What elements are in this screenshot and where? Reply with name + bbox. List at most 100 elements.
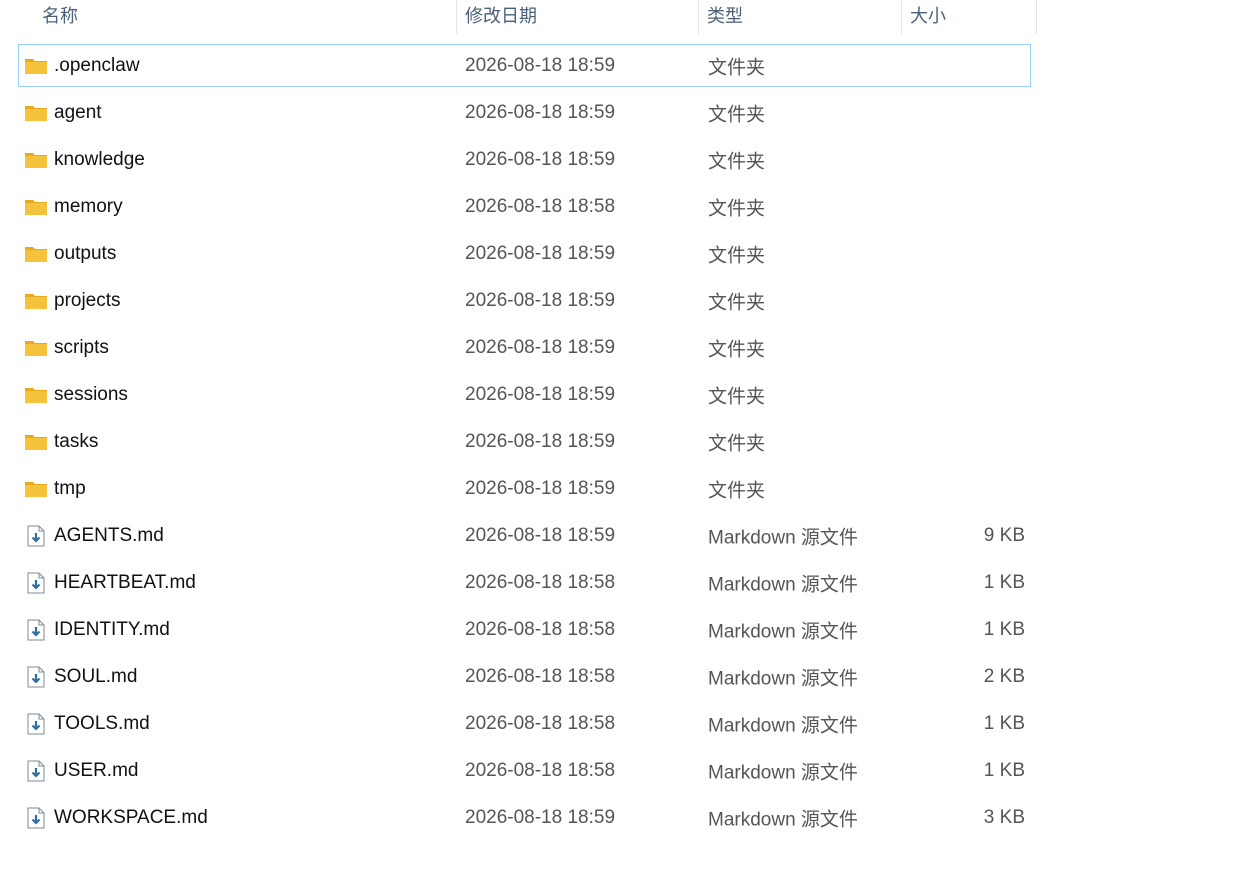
folder-icon <box>24 289 48 313</box>
folder-icon <box>24 430 48 454</box>
file-type: Markdown 源文件 <box>708 762 858 783</box>
file-name: sessions <box>54 383 128 405</box>
column-header: 名称 ^ 修改日期 类型 大小 <box>0 0 1037 34</box>
file-row[interactable]: WORKSPACE.md 2026-08-18 18:59 Markdown 源文件… <box>18 794 1031 841</box>
column-header-date-label: 修改日期 <box>465 6 537 26</box>
file-type: Markdown 源文件 <box>708 527 858 548</box>
folder-icon <box>24 148 48 172</box>
file-name: memory <box>54 195 123 217</box>
file-row[interactable]: .openclaw 2026-08-18 18:59 文件夹 <box>18 44 1031 87</box>
file-type: Markdown 源文件 <box>708 715 858 736</box>
file-type: Markdown 源文件 <box>708 809 858 830</box>
folder-icon <box>24 383 48 407</box>
file-name: WORKSPACE.md <box>54 806 208 828</box>
file-type: Markdown 源文件 <box>708 574 858 595</box>
markdown-file-icon <box>24 712 48 736</box>
column-header-date[interactable]: 修改日期 <box>456 0 698 34</box>
file-modified-date: 2026-08-18 18:59 <box>465 148 616 170</box>
file-row[interactable]: HEARTBEAT.md 2026-08-18 18:58 Markdown 源文件… <box>18 559 1031 606</box>
file-type: 文件夹 <box>708 104 766 125</box>
file-type: 文件夹 <box>708 339 766 360</box>
file-row[interactable]: agent 2026-08-18 18:59 文件夹 <box>18 89 1031 136</box>
file-type: 文件夹 <box>708 151 766 172</box>
folder-icon <box>24 336 48 360</box>
file-explorer: 名称 ^ 修改日期 类型 大小 .openclaw 2026-08-18 18:5… <box>0 0 1260 878</box>
file-size: 1 KB <box>983 618 1025 640</box>
markdown-file-icon <box>24 571 48 595</box>
file-size: 2 KB <box>983 665 1025 687</box>
file-row[interactable]: IDENTITY.md 2026-08-18 18:58 Markdown 源文件 1… <box>18 606 1031 653</box>
column-header-name-label: 名称 <box>42 6 78 26</box>
column-header-size[interactable]: 大小 <box>901 0 1037 34</box>
file-type: Markdown 源文件 <box>708 621 858 642</box>
file-modified-date: 2026-08-18 18:59 <box>465 477 616 499</box>
column-header-size-label: 大小 <box>910 6 946 26</box>
file-name: knowledge <box>54 148 145 170</box>
file-row[interactable]: sessions 2026-08-18 18:59 文件夹 <box>18 371 1031 418</box>
file-row[interactable]: scripts 2026-08-18 18:59 文件夹 <box>18 324 1031 371</box>
file-modified-date: 2026-08-18 18:59 <box>465 383 616 405</box>
file-row[interactable]: tmp 2026-08-18 18:59 文件夹 <box>18 465 1031 512</box>
file-row[interactable]: memory 2026-08-18 18:58 文件夹 <box>18 183 1031 230</box>
file-row[interactable]: knowledge 2026-08-18 18:59 文件夹 <box>18 136 1031 183</box>
file-type: Markdown 源文件 <box>708 668 858 689</box>
file-modified-date: 2026-08-18 18:59 <box>465 336 616 358</box>
file-row[interactable]: tasks 2026-08-18 18:59 文件夹 <box>18 418 1031 465</box>
folder-icon <box>24 101 48 125</box>
markdown-file-icon <box>24 665 48 689</box>
file-modified-date: 2026-08-18 18:59 <box>465 101 616 123</box>
markdown-file-icon <box>24 618 48 642</box>
file-modified-date: 2026-08-18 18:59 <box>465 806 616 828</box>
markdown-file-icon <box>24 524 48 548</box>
file-name: outputs <box>54 242 117 264</box>
file-size: 3 KB <box>983 806 1025 828</box>
file-name: scripts <box>54 336 109 358</box>
file-name: TOOLS.md <box>54 712 150 734</box>
file-row[interactable]: projects 2026-08-18 18:59 文件夹 <box>18 277 1031 324</box>
file-modified-date: 2026-08-18 18:59 <box>465 242 616 264</box>
file-list: .openclaw 2026-08-18 18:59 文件夹 agent 2026-08… <box>18 42 1031 841</box>
file-type: 文件夹 <box>708 480 766 501</box>
file-row[interactable]: TOOLS.md 2026-08-18 18:58 Markdown 源文件 1 KB <box>18 700 1031 747</box>
sort-caret-icon: ^ <box>236 0 241 5</box>
folder-icon <box>24 195 48 219</box>
file-type: 文件夹 <box>708 198 766 219</box>
file-modified-date: 2026-08-18 18:58 <box>465 759 616 781</box>
file-name: projects <box>54 289 121 311</box>
file-row[interactable]: outputs 2026-08-18 18:59 文件夹 <box>18 230 1031 277</box>
file-size: 1 KB <box>983 712 1025 734</box>
file-size: 9 KB <box>983 524 1025 546</box>
folder-icon <box>24 54 48 78</box>
file-modified-date: 2026-08-18 18:59 <box>465 289 616 311</box>
file-type: 文件夹 <box>708 433 766 454</box>
file-name: USER.md <box>54 759 139 781</box>
markdown-file-icon <box>24 806 48 830</box>
file-size: 1 KB <box>983 759 1025 781</box>
file-modified-date: 2026-08-18 18:58 <box>465 618 616 640</box>
folder-icon <box>24 477 48 501</box>
file-type: 文件夹 <box>708 292 766 313</box>
file-row[interactable]: SOUL.md 2026-08-18 18:58 Markdown 源文件 2 KB <box>18 653 1031 700</box>
file-name: tasks <box>54 430 99 452</box>
file-modified-date: 2026-08-18 18:58 <box>465 571 616 593</box>
file-type: 文件夹 <box>708 57 766 78</box>
file-name: tmp <box>54 477 86 499</box>
file-modified-date: 2026-08-18 18:59 <box>465 524 616 546</box>
file-modified-date: 2026-08-18 18:59 <box>465 54 616 76</box>
file-modified-date: 2026-08-18 18:59 <box>465 430 616 452</box>
column-header-type[interactable]: 类型 <box>698 0 901 34</box>
file-name: agent <box>54 101 102 123</box>
file-name: .openclaw <box>54 54 140 76</box>
column-header-type-label: 类型 <box>707 6 743 26</box>
file-name: IDENTITY.md <box>54 618 170 640</box>
file-row[interactable]: USER.md 2026-08-18 18:58 Markdown 源文件 1 KB <box>18 747 1031 794</box>
folder-icon <box>24 242 48 266</box>
file-modified-date: 2026-08-18 18:58 <box>465 712 616 734</box>
file-modified-date: 2026-08-18 18:58 <box>465 195 616 217</box>
file-modified-date: 2026-08-18 18:58 <box>465 665 616 687</box>
file-row[interactable]: AGENTS.md 2026-08-18 18:59 Markdown 源文件 9 K… <box>18 512 1031 559</box>
file-size: 1 KB <box>983 571 1025 593</box>
file-name: AGENTS.md <box>54 524 164 546</box>
column-header-name[interactable]: 名称 <box>34 0 456 34</box>
file-type: 文件夹 <box>708 245 766 266</box>
